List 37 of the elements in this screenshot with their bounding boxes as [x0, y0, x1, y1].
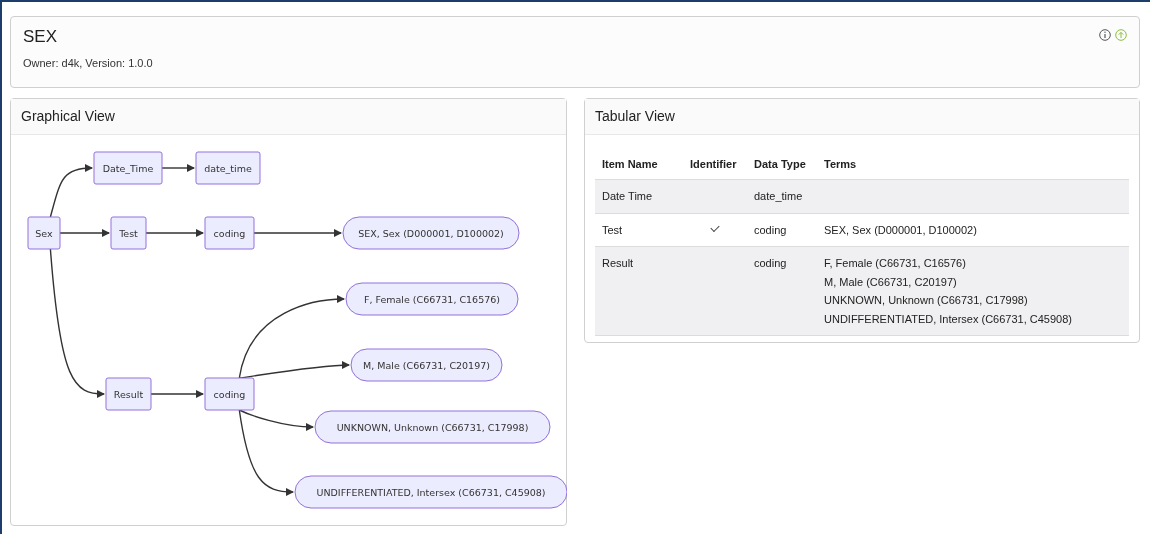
table-cell-text: date_time [753, 189, 804, 204]
connector-arrow [59, 229, 110, 237]
table-cell-text: coding [753, 222, 788, 238]
info-icon[interactable] [1099, 29, 1111, 41]
term-node: F, Female (C66731, C16576) [345, 282, 519, 316]
column-header: Terms [823, 156, 858, 172]
connector-arrow [150, 390, 204, 398]
panel-title: Tabular View [595, 107, 675, 126]
owner-version-text: Owner: d4k, Version: 1.0.0 [23, 56, 153, 71]
column-header: Data Type [753, 156, 807, 172]
item-node: coding [204, 216, 255, 250]
table-cell-text: Result [601, 256, 635, 271]
column-header: Identifier [689, 156, 738, 172]
item-node: date_time [195, 151, 261, 185]
item-node: Test [110, 216, 147, 250]
term-node: SEX, Sex (D000001, D100002) [342, 216, 520, 250]
term-text: UNDIFFERENTIATED, Intersex (C66731, C45908) [824, 311, 1072, 327]
term-text: UNKNOWN, Unknown (C66731, C17998) [824, 293, 1029, 308]
term-text: SEX, Sex (D000001, D100002) [824, 222, 977, 238]
table-cell-text: Date Time [601, 189, 654, 204]
term-node: M, Male (C66731, C20197) [350, 348, 503, 382]
table-cell-text: Test [601, 222, 624, 238]
column-header: Item Name [601, 156, 659, 172]
term-node: UNKNOWN, Unknown (C66731, C17998) [314, 410, 551, 444]
term-node: UNDIFFERENTIATED, Intersex (C66731, C45908) [294, 475, 567, 509]
term-text: M, Male (C66731, C20197) [824, 274, 958, 290]
item-node: Sex [27, 216, 61, 250]
panel-title: Graphical View [21, 107, 115, 126]
connector-arrow [145, 229, 204, 237]
page-title: SEX [23, 27, 59, 47]
connector-arrow [49, 164, 93, 218]
item-node: Date_Time [93, 151, 163, 185]
connector-arrow [161, 164, 195, 172]
table-cell-text: coding [753, 256, 788, 271]
item-node: coding [204, 377, 255, 411]
item-node: Result [105, 377, 152, 411]
term-text: F, Female (C66731, C16576) [824, 256, 967, 271]
